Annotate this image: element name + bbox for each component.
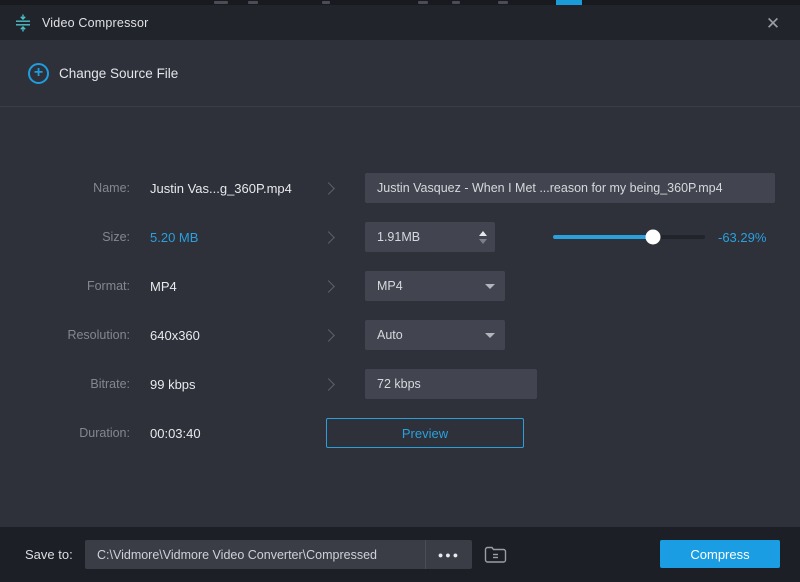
background-glyph (452, 1, 460, 4)
chevron-right-icon (308, 181, 348, 195)
name-input[interactable] (365, 173, 775, 203)
compress-button[interactable]: Compress (660, 540, 780, 568)
background-glyph (322, 1, 330, 4)
dropdown-arrow-icon (485, 332, 495, 338)
dialog-title: Video Compressor (42, 15, 149, 30)
titlebar: Video Compressor ✕ (0, 5, 800, 40)
background-glyph (418, 1, 428, 4)
format-source-value: MP4 (150, 278, 177, 294)
name-row: Name: Justin Vas...g_360P.mp4 (0, 173, 800, 203)
chevron-right-icon (308, 279, 348, 293)
close-icon[interactable]: ✕ (762, 13, 784, 35)
name-label: Name: (93, 181, 130, 195)
resolution-row: Resolution: 640x360 Auto (0, 320, 800, 350)
change-source-file-label: Change Source File (59, 65, 179, 81)
bitrate-input[interactable] (365, 369, 537, 399)
bitrate-source-value: 99 kbps (150, 376, 196, 392)
resolution-select[interactable]: Auto (365, 320, 505, 350)
size-stepper[interactable] (479, 222, 487, 252)
chevron-right-icon (308, 377, 348, 391)
save-path-group: ●●● (85, 540, 472, 569)
format-row: Format: MP4 MP4 (0, 271, 800, 301)
duration-row: Duration: 00:03:40 Preview (0, 418, 800, 448)
background-glyph (214, 1, 228, 4)
size-input[interactable] (365, 222, 495, 252)
size-label: Size: (102, 230, 130, 244)
stepper-up-icon[interactable] (479, 230, 487, 236)
resolution-label: Resolution: (67, 328, 130, 342)
bitrate-label: Bitrate: (90, 377, 130, 391)
resolution-source-value: 640x360 (150, 327, 200, 343)
slider-thumb[interactable] (645, 229, 661, 245)
compressor-icon (14, 14, 32, 32)
duration-label: Duration: (79, 426, 130, 440)
name-source-value: Justin Vas...g_360P.mp4 (150, 180, 292, 196)
chevron-right-icon (308, 230, 348, 244)
open-folder-button[interactable] (481, 541, 509, 569)
browse-ellipsis-button[interactable]: ●●● (426, 540, 472, 569)
background-glyph (248, 1, 258, 4)
chevron-right-icon (308, 328, 348, 342)
background-glyph (498, 1, 508, 4)
size-row: Size: 5.20 MB -63.29% (0, 222, 800, 252)
size-slider[interactable] (553, 229, 705, 245)
compressor-form: Name: Justin Vas...g_360P.mp4 Size: 5.20… (0, 107, 800, 527)
save-to-label: Save to: (25, 547, 73, 562)
slider-fill (553, 235, 654, 239)
size-source-value: 5.20 MB (150, 229, 199, 245)
preview-button[interactable]: Preview (326, 418, 524, 448)
format-label: Format: (86, 279, 130, 293)
compression-percent: -63.29% (718, 229, 767, 245)
plus-circle-icon: + (28, 62, 49, 84)
dropdown-arrow-icon (485, 283, 495, 289)
format-select[interactable]: MP4 (365, 271, 505, 301)
save-path-input[interactable] (85, 540, 425, 569)
change-source-file-button[interactable]: + Change Source File (28, 62, 179, 84)
header-bar: + Change Source File (0, 40, 800, 107)
resolution-selected-value: Auto (377, 328, 403, 342)
duration-value: 00:03:40 (150, 425, 201, 441)
format-selected-value: MP4 (377, 279, 403, 293)
bitrate-row: Bitrate: 99 kbps (0, 369, 800, 399)
stepper-down-icon[interactable] (479, 238, 487, 244)
video-compressor-dialog: Video Compressor ✕ + Change Source File … (0, 0, 800, 582)
